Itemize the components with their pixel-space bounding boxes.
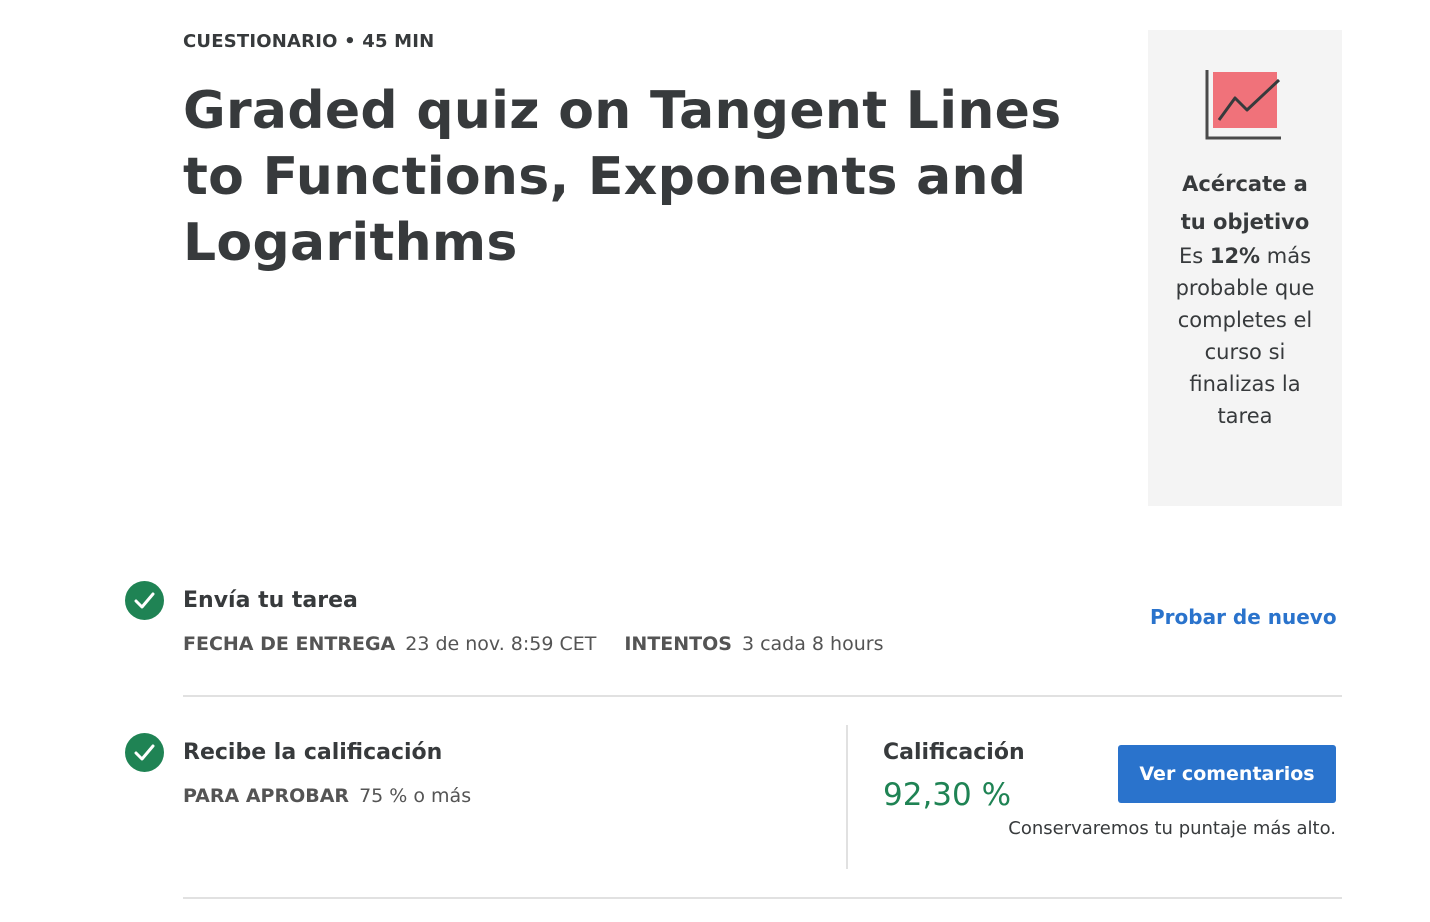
highest-score-note: Conservaremos tu puntaje más alto. — [1008, 818, 1336, 839]
goal-heading: Acércate a tu objetivo — [1148, 165, 1342, 241]
goal-card: Acércate a tu objetivo Es 12% más probab… — [1148, 30, 1342, 506]
goal-heading-line1: Acércate a — [1182, 172, 1308, 196]
item-type-eyebrow: CUESTIONARIO • 45 MIN — [183, 31, 435, 52]
grade-complete-check-icon — [125, 733, 164, 772]
due-date-label: FECHA DE ENTREGA — [183, 633, 396, 655]
goal-heading-line2: tu objetivo — [1180, 210, 1310, 234]
section-divider — [183, 695, 1342, 697]
pass-threshold-value: 75 % o más — [359, 785, 472, 807]
goal-message: Es 12% más probable que completes el cur… — [1172, 240, 1318, 432]
submit-meta-row: FECHA DE ENTREGA 23 de nov. 8:59 CET INTEN… — [183, 633, 883, 655]
pass-threshold-label: PARA APROBAR — [183, 785, 350, 807]
trending-chart-icon — [1205, 70, 1283, 142]
submit-section-title: Envía tu tarea — [183, 588, 358, 613]
goal-percentage: 12% — [1209, 244, 1261, 268]
attempts-value: 3 cada 8 hours — [741, 633, 884, 655]
goal-message-suffix: más probable que completes el curso si f… — [1175, 244, 1315, 428]
view-feedback-button[interactable]: Ver comentarios — [1118, 745, 1336, 803]
grade-vertical-divider — [846, 725, 848, 869]
try-again-link[interactable]: Probar de nuevo — [1150, 605, 1337, 629]
grade-label: Calificación — [883, 740, 1025, 765]
grade-value: 92,30 % — [883, 777, 1012, 813]
due-date-value: 23 de nov. 8:59 CET — [405, 633, 597, 655]
section-divider-bottom — [183, 897, 1342, 899]
goal-message-prefix: Es — [1178, 244, 1210, 268]
attempts-label: INTENTOS — [624, 633, 732, 655]
submit-complete-check-icon — [125, 581, 164, 620]
page-title: Graded quiz on Tangent Lines to Function… — [183, 81, 1062, 273]
grade-section-title: Recibe la calificación — [183, 740, 443, 765]
grade-meta-row: PARA APROBAR 75 % o más — [183, 785, 471, 807]
